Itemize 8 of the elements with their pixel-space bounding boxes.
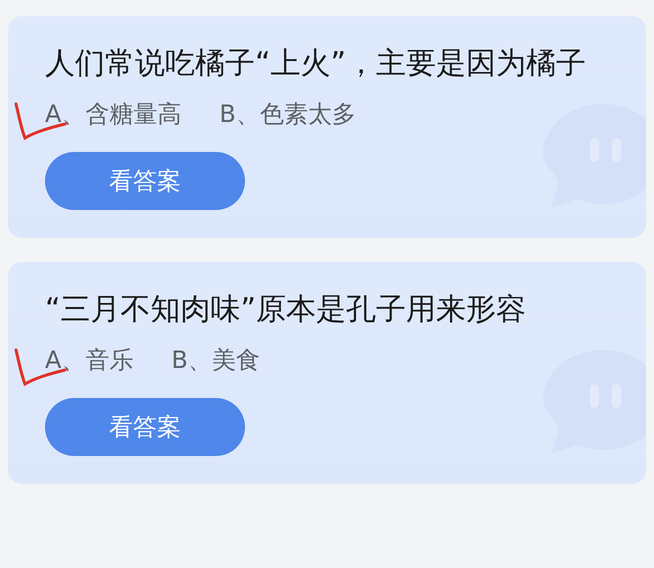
answer-option[interactable]: A、音乐 — [45, 342, 134, 378]
answer-option[interactable]: B、美食 — [171, 342, 260, 378]
answer-option[interactable]: B、色素太多 — [219, 96, 356, 132]
view-answer-button[interactable]: 看答案 — [45, 398, 245, 456]
answer-option[interactable]: A、含糖量高 — [45, 96, 182, 132]
question-text: “三月不知肉味”原本是孔子用来形容 — [45, 291, 528, 329]
view-answer-button[interactable]: 看答案 — [45, 152, 245, 210]
question-text: 人们常说吃橘子“上火”，主要是因为橘子 — [45, 45, 588, 83]
